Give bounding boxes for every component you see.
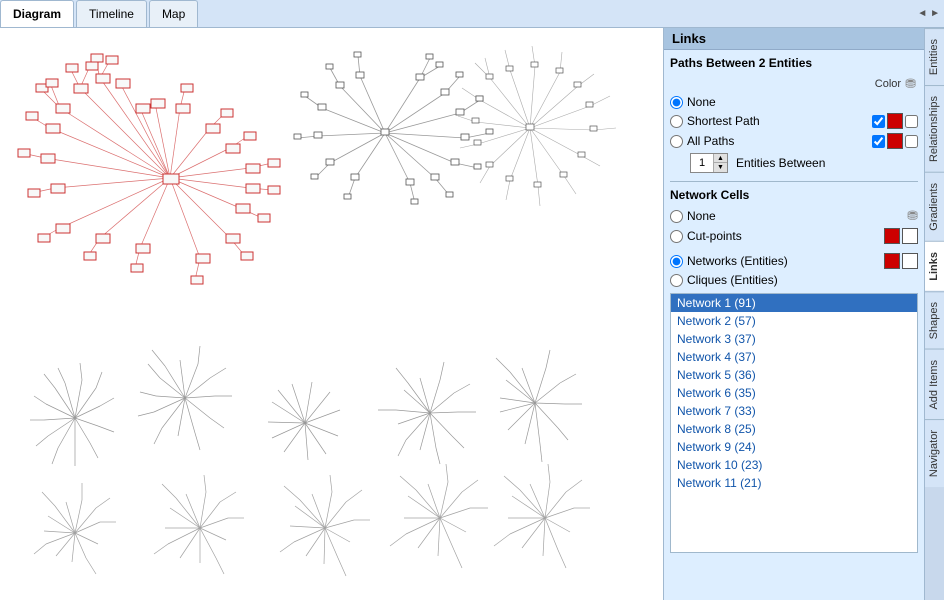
entities-between-label: Entities Between (736, 156, 825, 170)
paths-all-row: All Paths (670, 133, 918, 149)
side-tab-add-items[interactable]: Add Items (925, 349, 944, 420)
network-entities-row: Networks (Entities) (670, 253, 918, 269)
network-cut-label: Cut-points (687, 229, 880, 243)
diagram-svg (0, 28, 663, 600)
network-list-item[interactable]: Network 5 (36) (671, 366, 917, 384)
network-cut-controls (884, 228, 918, 244)
color-header-label: Color (875, 78, 901, 90)
network-cliques-row: Cliques (Entities) (670, 273, 918, 287)
side-tab-links[interactable]: Links (925, 241, 944, 291)
paths-shortest-row: Shortest Path (670, 113, 918, 129)
network-list-item[interactable]: Network 11 (21) (671, 474, 917, 492)
divider1 (670, 181, 918, 182)
network-cut-radio[interactable] (670, 230, 683, 243)
network-cut-blank[interactable] (902, 228, 918, 244)
network-entities-color[interactable] (884, 253, 900, 269)
spinner-up[interactable]: ▲ (713, 154, 727, 163)
side-tab-shapes[interactable]: Shapes (925, 291, 944, 349)
network-list-item[interactable]: Network 7 (33) (671, 402, 917, 420)
network-list-item[interactable]: Network 9 (24) (671, 438, 917, 456)
tab-diagram[interactable]: Diagram (0, 0, 74, 27)
network-list: Network 1 (91)Network 2 (57)Network 3 (3… (670, 293, 918, 553)
paths-all-controls (872, 133, 918, 149)
network-list-item[interactable]: Network 4 (37) (671, 348, 917, 366)
network-list-item[interactable]: Network 8 (25) (671, 420, 917, 438)
paths-all-radio[interactable] (670, 135, 683, 148)
entities-between-spinner: ▲ ▼ (690, 153, 728, 173)
side-tab-gradients[interactable]: Gradients (925, 172, 944, 241)
links-panel-content: Paths Between 2 Entities Color ⛃ None Sh… (664, 50, 924, 600)
network-cut-color[interactable] (884, 228, 900, 244)
paths-all-check[interactable] (872, 135, 885, 148)
paths-all-check2[interactable] (905, 135, 918, 148)
entities-between-input[interactable] (691, 157, 713, 169)
tab-arrows[interactable]: ◄ ► (913, 0, 944, 27)
network-none-label: None (687, 209, 716, 223)
side-tab-relationships[interactable]: Relationships (925, 85, 944, 172)
network-entities-controls (884, 253, 918, 269)
paths-all-color[interactable] (887, 133, 903, 149)
network-entities-label: Networks (Entities) (687, 254, 880, 268)
links-panel-header: Links (664, 28, 924, 50)
network-cells-title: Network Cells (670, 188, 918, 202)
paths-shortest-label: Shortest Path (687, 114, 868, 128)
network-none-radio[interactable] (670, 210, 683, 223)
paths-none-row: None (670, 95, 918, 109)
network-funnel-icon[interactable]: ⛃ (907, 208, 918, 224)
right-panel: Links Paths Between 2 Entities Color ⛃ N… (664, 28, 924, 600)
paths-all-label: All Paths (687, 134, 868, 148)
funnel-icon[interactable]: ⛃ (905, 76, 916, 92)
paths-shortest-check[interactable] (872, 115, 885, 128)
tab-timeline[interactable]: Timeline (76, 0, 147, 27)
paths-shortest-controls (872, 113, 918, 129)
network-cut-row: Cut-points (670, 228, 918, 244)
network-cliques-radio[interactable] (670, 274, 683, 287)
paths-shortest-radio[interactable] (670, 115, 683, 128)
paths-section-title: Paths Between 2 Entities (670, 56, 918, 70)
network-entities-blank[interactable] (902, 253, 918, 269)
network-list-item[interactable]: Network 3 (37) (671, 330, 917, 348)
network-cliques-label: Cliques (Entities) (687, 273, 918, 287)
paths-shortest-check2[interactable] (905, 115, 918, 128)
spinner-buttons: ▲ ▼ (713, 154, 727, 172)
network-list-item[interactable]: Network 2 (57) (671, 312, 917, 330)
spinner-down[interactable]: ▼ (713, 163, 727, 172)
side-tab-entities[interactable]: Entities (925, 28, 944, 85)
network-list-item[interactable]: Network 6 (35) (671, 384, 917, 402)
side-tabs: EntitiesRelationshipsGradientsLinksShape… (924, 28, 944, 600)
side-tab-navigator[interactable]: Navigator (925, 419, 944, 487)
entities-between-row: ▲ ▼ Entities Between (690, 153, 918, 173)
tab-map[interactable]: Map (149, 0, 198, 27)
network-entities-radio[interactable] (670, 255, 683, 268)
network-list-item[interactable]: Network 1 (91) (671, 294, 917, 312)
paths-shortest-color[interactable] (887, 113, 903, 129)
paths-none-label: None (687, 95, 918, 109)
network-list-item[interactable]: Network 10 (23) (671, 456, 917, 474)
paths-none-radio[interactable] (670, 96, 683, 109)
network-none-row: None ⛃ (670, 208, 918, 224)
diagram-area (0, 28, 664, 600)
